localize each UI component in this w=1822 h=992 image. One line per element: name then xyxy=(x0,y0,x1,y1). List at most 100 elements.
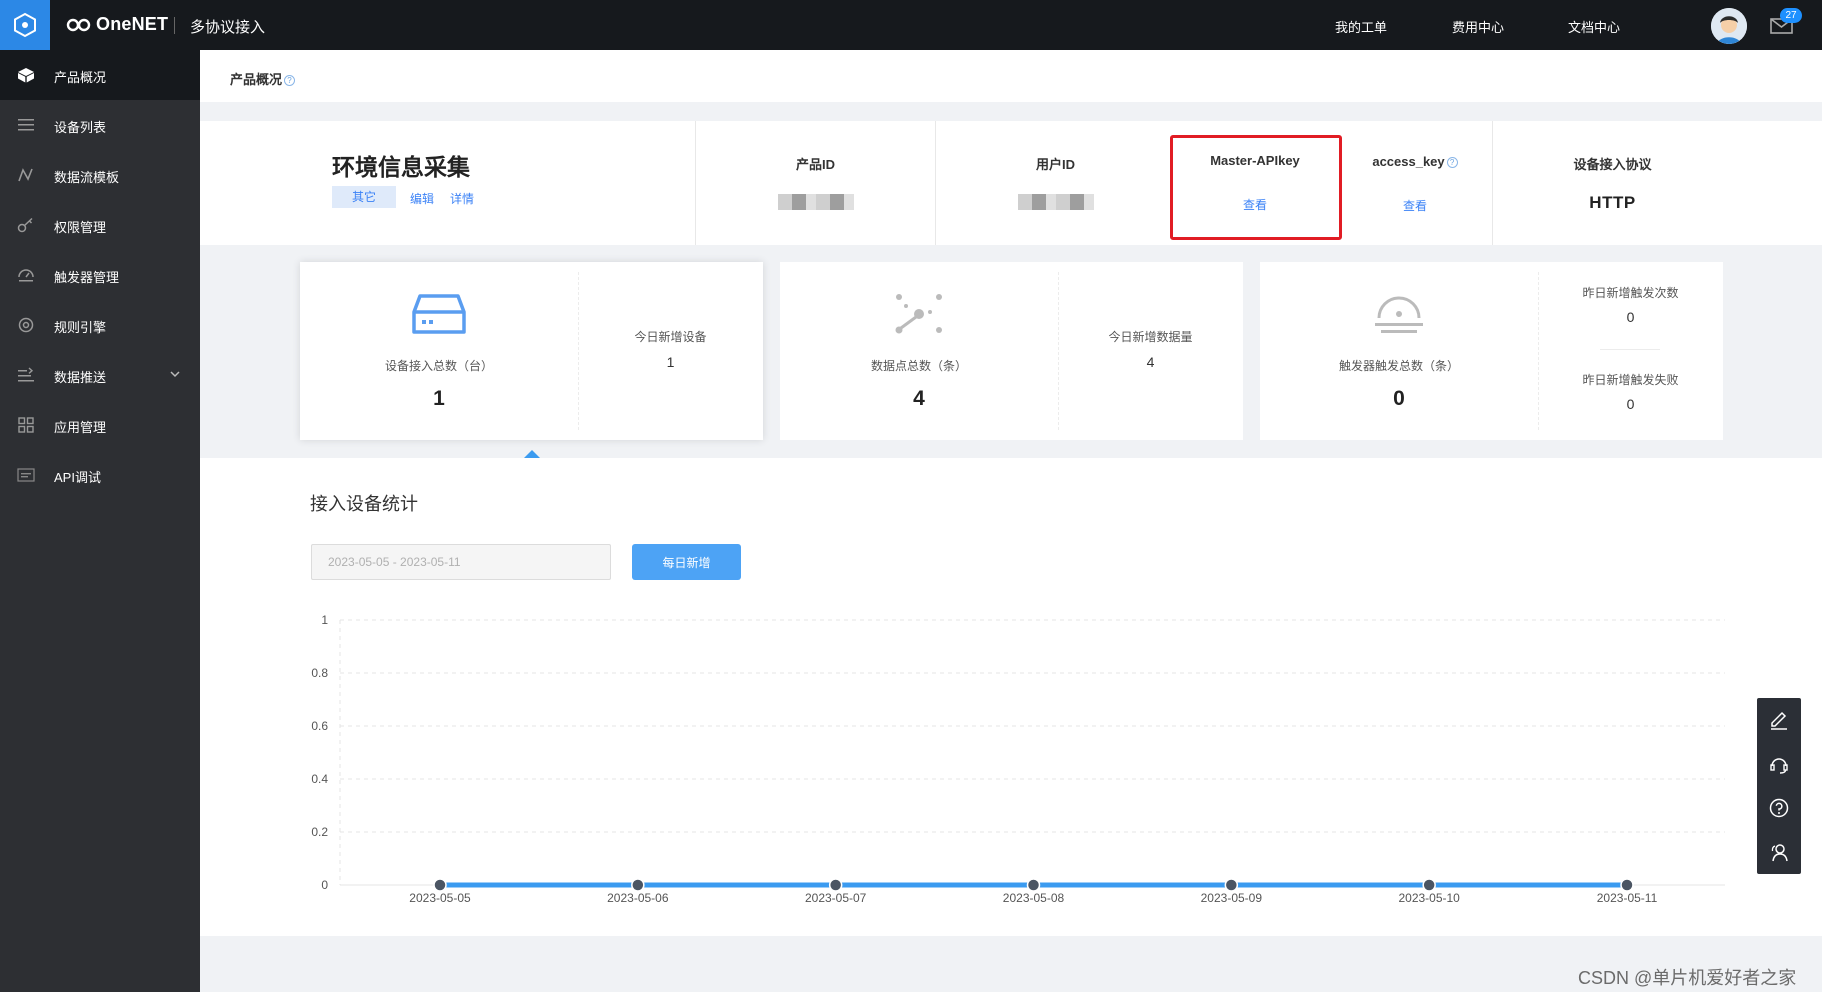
card-divider xyxy=(578,272,579,430)
breadcrumb-bar: 产品概况? xyxy=(200,50,1822,102)
help-icon[interactable]: ? xyxy=(284,75,296,87)
brand-name: OneNET xyxy=(96,14,169,34)
product-name: 环境信息采集 xyxy=(332,154,470,180)
device-stats-card[interactable]: 设备接入总数（台） 1 今日新增设备 1 xyxy=(300,262,763,440)
product-id-masked xyxy=(778,194,854,210)
sidebar-item-label: 设备列表 xyxy=(54,120,107,135)
sidebar-item-datastream-template[interactable]: 数据流模板 xyxy=(0,150,200,200)
yesterday-trigger-label: 昨日新增触发次数 xyxy=(1582,286,1679,300)
protocol-cell: 设备接入协议 HTTP xyxy=(1492,121,1732,245)
breadcrumb: 产品概况? xyxy=(230,69,296,88)
data-point xyxy=(433,878,447,892)
x-tick-label: 2023-05-05 xyxy=(409,891,471,905)
side-divider xyxy=(1600,349,1660,350)
access-key-cell: access_key? 查看 xyxy=(1335,121,1495,245)
today-new-data-label: 今日新增数据量 xyxy=(1108,330,1193,344)
list-icon xyxy=(18,119,34,131)
date-range-input[interactable] xyxy=(311,544,611,580)
user-id-masked xyxy=(1018,194,1094,210)
onenet-logo-icon xyxy=(66,18,91,31)
datapoint-stats-card[interactable]: 数据点总数（条） 4 今日新增数据量 4 xyxy=(780,262,1243,440)
product-line-name: 多协议接入 xyxy=(190,19,266,36)
yesterday-trigger-value: 0 xyxy=(1626,309,1635,325)
sidebar-item-label: 数据流模板 xyxy=(54,170,120,185)
protocol-label: 设备接入协议 xyxy=(1573,157,1652,172)
sidebar-item-label: 触发器管理 xyxy=(54,270,120,285)
nav-billing-center[interactable]: 费用中心 xyxy=(1452,17,1504,36)
key-icon xyxy=(17,217,33,233)
product-id-label: 产品ID xyxy=(795,157,835,172)
hexagon-logo-icon xyxy=(14,12,36,38)
api-icon xyxy=(17,468,35,482)
trigger-gauge-icon xyxy=(1375,296,1423,333)
push-icon xyxy=(18,367,34,382)
trigger-icon xyxy=(18,269,34,282)
x-tick-label: 2023-05-08 xyxy=(1003,891,1065,905)
community-button[interactable] xyxy=(1757,830,1801,874)
datapoint-total-value: 4 xyxy=(913,387,925,410)
access-key-view-link[interactable]: 查看 xyxy=(1335,197,1495,214)
y-tick-label: 0.6 xyxy=(311,719,328,733)
support-button[interactable] xyxy=(1757,742,1801,786)
data-point xyxy=(1422,878,1436,892)
access-key-help-icon[interactable]: ? xyxy=(1446,157,1458,169)
y-tick-label: 0.4 xyxy=(311,772,328,786)
daily-new-button[interactable]: 每日新增 xyxy=(632,544,741,580)
sidebar-item-trigger-management[interactable]: 触发器管理 xyxy=(0,250,200,300)
sidebar-item-api-debug[interactable]: API调试 xyxy=(0,450,200,500)
trigger-stats-card[interactable]: 触发器触发总数（条） 0 昨日新增触发次数 0 昨日新增触发失败 0 xyxy=(1260,262,1723,440)
server-icon xyxy=(412,294,466,334)
user-avatar[interactable] xyxy=(1711,8,1747,44)
x-tick-label: 2023-05-10 xyxy=(1398,891,1460,905)
device-line-chart: 0 0.2 0.4 0.6 0.8 1 2023-05-05 2023-05-06 2023-0… xyxy=(311,613,1725,905)
onenet-brand[interactable]: OneNET xyxy=(66,14,168,35)
detail-link[interactable]: 详情 xyxy=(450,190,474,207)
user-id-cell: 用户ID xyxy=(935,121,1175,245)
sidebar-item-rule-engine[interactable]: 规则引擎 xyxy=(0,300,200,350)
home-logo[interactable] xyxy=(0,0,50,50)
x-tick-label: 2023-05-06 xyxy=(607,891,669,905)
sidebar-item-product-overview[interactable]: 产品概况 xyxy=(0,50,200,100)
trigger-total-label: 触发器触发总数（条） xyxy=(1338,359,1459,373)
sidebar-item-label: 产品概况 xyxy=(54,70,107,85)
nav-my-tickets[interactable]: 我的工单 xyxy=(1335,17,1387,36)
page-title: 产品概况 xyxy=(230,72,283,87)
top-bar: OneNET 多协议接入 我的工单 费用中心 文档中心 27 xyxy=(0,0,1822,50)
sidebar-item-label: 数据推送 xyxy=(54,370,107,385)
sidebar: 产品概况 设备列表 数据流模板 权限管理 触发器管理 规则引擎 数据推送 应用管… xyxy=(0,50,200,992)
chart-section-title: 接入设备统计 xyxy=(310,494,418,514)
chevron-down-icon xyxy=(170,371,180,378)
datapoint-total-label: 数据点总数（条） xyxy=(870,359,967,373)
data-point xyxy=(631,878,645,892)
users-icon xyxy=(1771,844,1788,862)
data-point xyxy=(1224,878,1239,892)
question-circle-icon xyxy=(1769,798,1789,818)
sidebar-item-label: API调试 xyxy=(54,470,101,485)
avatar-icon xyxy=(1711,8,1747,44)
trigger-total-value: 0 xyxy=(1393,387,1405,410)
data-point xyxy=(828,878,843,892)
yesterday-fail-value: 0 xyxy=(1626,396,1635,412)
card-divider xyxy=(1058,272,1059,430)
yesterday-fail-label: 昨日新增触发失败 xyxy=(1582,373,1679,387)
sidebar-item-label: 权限管理 xyxy=(54,220,107,235)
datastream-icon xyxy=(18,168,33,182)
protocol-value: HTTP xyxy=(1589,193,1636,212)
edit-link[interactable]: 编辑 xyxy=(410,190,434,207)
selected-card-caret xyxy=(524,450,540,458)
feedback-button[interactable] xyxy=(1757,698,1801,742)
mail-badge: 27 xyxy=(1780,8,1802,23)
sidebar-item-data-push[interactable]: 数据推送 xyxy=(0,350,200,400)
sidebar-item-permissions[interactable]: 权限管理 xyxy=(0,200,200,250)
today-new-devices-value: 1 xyxy=(666,354,675,370)
sidebar-item-app-management[interactable]: 应用管理 xyxy=(0,400,200,450)
sidebar-item-device-list[interactable]: 设备列表 xyxy=(0,100,200,150)
floating-toolbar xyxy=(1757,698,1801,874)
x-tick-label: 2023-05-07 xyxy=(805,891,867,905)
user-id-label: 用户ID xyxy=(1035,157,1075,172)
nav-docs-center[interactable]: 文档中心 xyxy=(1568,17,1620,36)
y-tick-label: 0.8 xyxy=(311,666,328,680)
help-button[interactable] xyxy=(1757,786,1801,830)
x-tick-label: 2023-05-09 xyxy=(1201,891,1263,905)
annotation-highlight-box xyxy=(1170,135,1342,240)
